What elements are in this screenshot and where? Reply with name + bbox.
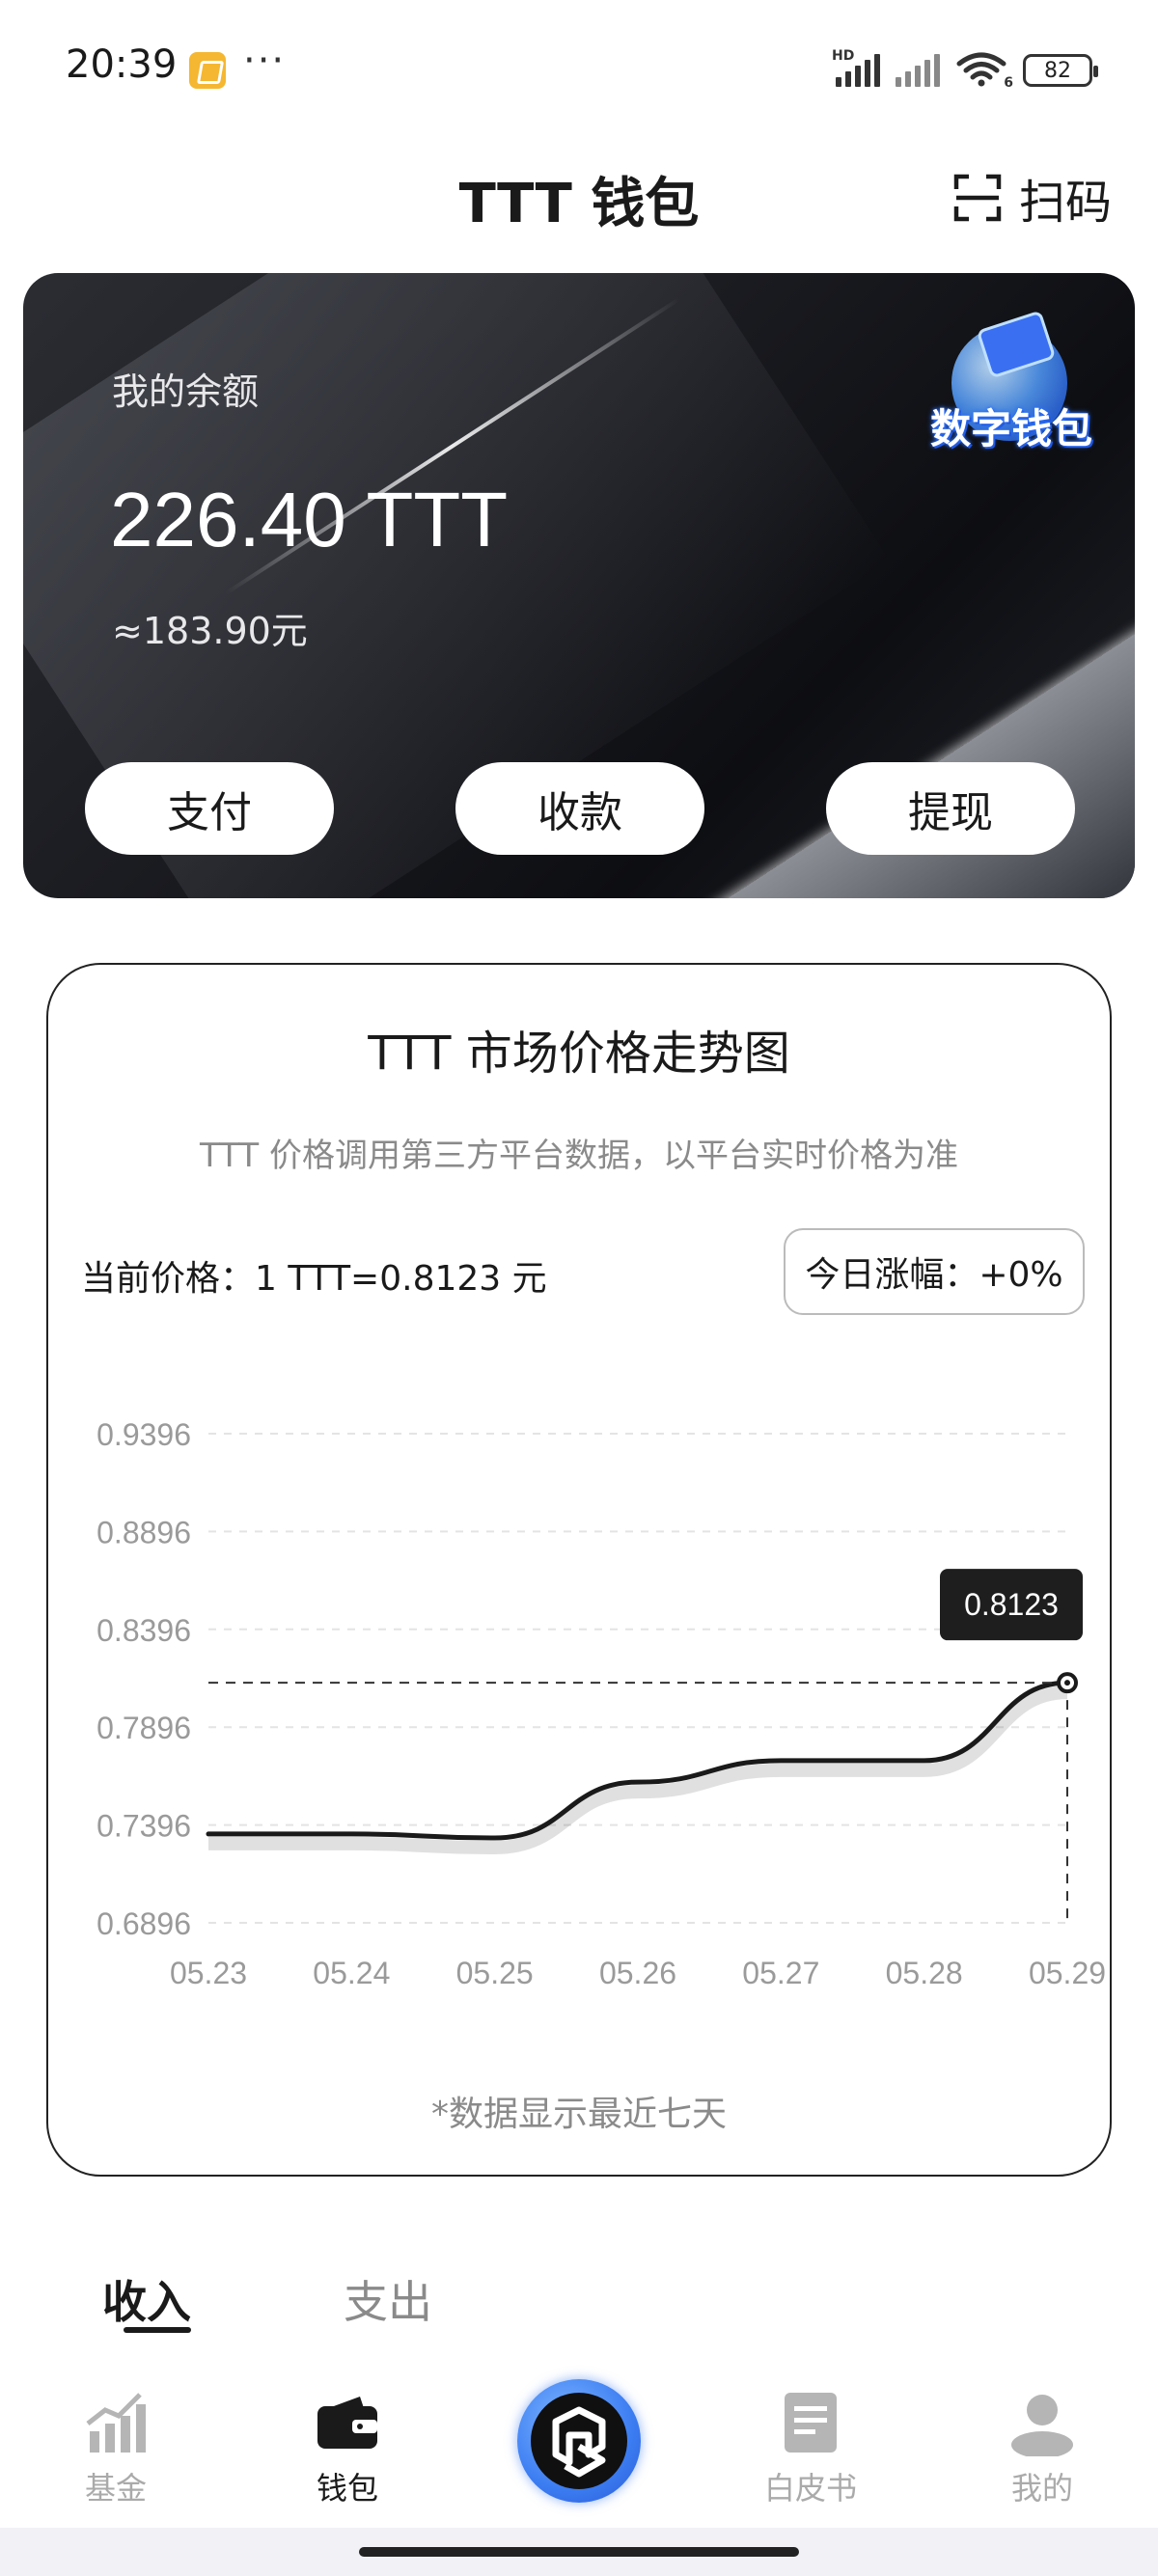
- scan-label: 扫码: [1018, 176, 1112, 230]
- balance-amount: 226.40 TTT: [110, 477, 509, 562]
- y-tick-label: 0.8896: [96, 1515, 191, 1549]
- nav-item-funds[interactable]: 基金: [39, 2389, 193, 2508]
- withdraw-button[interactable]: 提现: [826, 762, 1075, 855]
- ttt-logo-icon: [531, 2393, 627, 2489]
- chart-footnote: *数据显示最近七天: [430, 2095, 727, 2134]
- cell-signal-icon: HD: [832, 48, 880, 87]
- cell-signal-2-icon: [896, 54, 940, 87]
- y-tick-label: 0.9396: [96, 1417, 191, 1452]
- price-trend-card: TTT 市场价格走势图 TTT 价格调用第三方平台数据，以平台实时价格为准 当前…: [46, 963, 1112, 2177]
- status-bar: 20:39 ··· HD 6 82: [0, 0, 1158, 135]
- battery-icon: 82: [1023, 54, 1098, 87]
- balance-label: 我的余额: [112, 370, 260, 413]
- balance-card: 我的余额 226.40 TTT ≈183.90元 数字钱包 支付 收款 提现: [23, 273, 1135, 898]
- tab-expense[interactable]: 支出: [344, 2267, 432, 2331]
- top-header: TTT 钱包 扫码: [0, 135, 1158, 251]
- y-tick-label: 0.8396: [96, 1613, 191, 1648]
- battery-level: 82: [1044, 58, 1071, 83]
- nav-label-whitepaper: 白皮书: [763, 2470, 857, 2507]
- balance-fiat-value: ≈183.90元: [112, 610, 308, 652]
- wallet-icon: [314, 2389, 381, 2456]
- wifi-tag: 6: [1004, 75, 1013, 91]
- home-indicator[interactable]: [359, 2547, 799, 2557]
- nav-label-wallet: 钱包: [316, 2470, 378, 2507]
- digital-wallet-text: 数字钱包: [929, 405, 1092, 452]
- user-icon: [1008, 2389, 1076, 2458]
- nav-item-whitepaper[interactable]: 白皮书: [733, 2389, 888, 2508]
- y-tick-label: 0.7396: [96, 1809, 191, 1844]
- nav-item-wallet[interactable]: 钱包: [270, 2389, 425, 2508]
- notification-app-icon: [189, 52, 226, 89]
- digital-wallet-badge: 数字钱包: [915, 310, 1108, 460]
- nav-item-mine[interactable]: 我的: [965, 2389, 1119, 2508]
- chart-trend-icon: [82, 2389, 150, 2456]
- x-tick-label: 05.24: [313, 1956, 390, 1990]
- x-tick-label: 05.23: [170, 1956, 247, 1990]
- price-line-chart: 0.9396 0.8896 0.8396 0.7896 0.7396 0.6896 05.2…: [96, 1417, 1106, 1990]
- status-time: 20:39: [66, 42, 178, 87]
- scan-button[interactable]: 扫码: [953, 164, 1112, 232]
- highlight-tooltip-label: 0.8123: [964, 1587, 1059, 1622]
- more-notifications-icon: ···: [243, 39, 287, 83]
- x-tick-label: 05.28: [886, 1956, 963, 1990]
- document-icon: [777, 2389, 844, 2456]
- nav-label-funds: 基金: [84, 2470, 147, 2507]
- network-tag: HD: [832, 48, 855, 64]
- receive-button[interactable]: 收款: [455, 762, 704, 855]
- status-indicators: HD 6 82: [832, 48, 1098, 91]
- pay-button[interactable]: 支付: [85, 762, 334, 855]
- x-tick-label: 05.25: [456, 1956, 534, 1990]
- x-tick-label: 05.29: [1029, 1956, 1106, 1990]
- tab-income[interactable]: 收入: [102, 2267, 191, 2331]
- active-tab-indicator: [124, 2327, 191, 2333]
- center-logo-button[interactable]: [517, 2379, 641, 2503]
- x-tick-label: 05.27: [742, 1956, 819, 1990]
- series-line: [206, 1680, 1070, 1841]
- highlight-point-center: [1064, 1680, 1070, 1686]
- y-tick-label: 0.7896: [96, 1711, 191, 1745]
- nav-label-mine: 我的: [1010, 2470, 1073, 2507]
- y-tick-label: 0.6896: [96, 1906, 191, 1941]
- wifi-icon: 6: [955, 50, 1013, 91]
- x-tick-label: 05.26: [599, 1956, 676, 1990]
- scan-icon: [953, 174, 1002, 222]
